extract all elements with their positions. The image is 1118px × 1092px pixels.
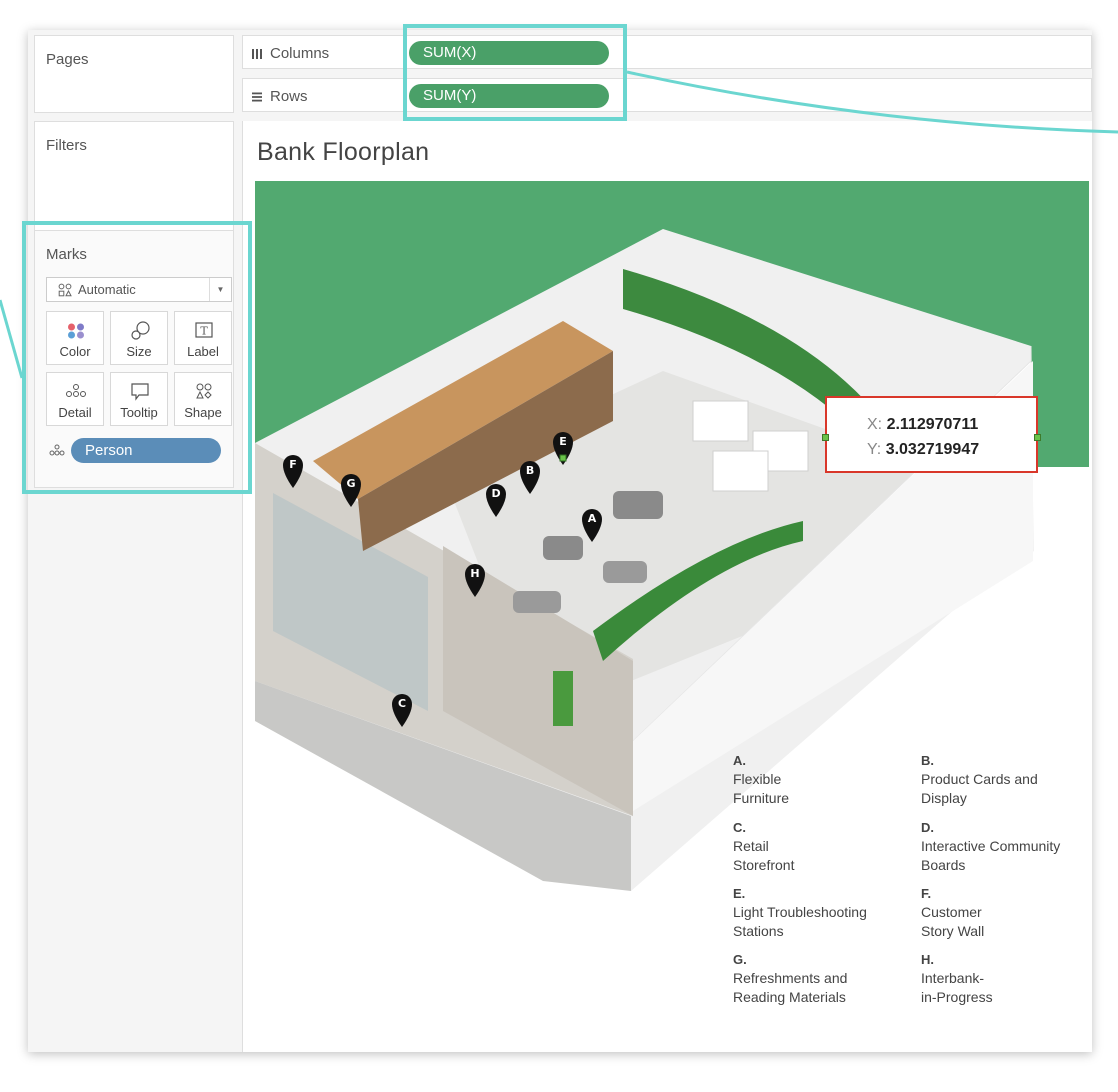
tooltip-left-handle[interactable] xyxy=(822,434,829,441)
legend-e-letter: E. xyxy=(733,886,746,901)
columns-shelf[interactable]: Columns SUM(X) xyxy=(242,35,1092,69)
legend-c-line: Retail xyxy=(733,838,769,854)
legend-f-line: Customer xyxy=(921,904,982,920)
legend-a-line: Flexible xyxy=(733,771,782,787)
pin-h: H xyxy=(465,564,485,597)
tooltip-x-row: X: 2.112970711 xyxy=(867,412,1036,437)
legend-a: A. Flexible Furniture xyxy=(733,751,789,808)
marks-highlight-box xyxy=(22,221,252,494)
legend-h-letter: H. xyxy=(921,952,934,967)
pin-e-letter: E xyxy=(559,435,567,448)
legend-d-letter: D. xyxy=(921,820,934,835)
legend-e: E. Light Troubleshooting Stations xyxy=(733,884,867,941)
columns-label: Columns xyxy=(270,45,330,62)
tooltip-y-value: 3.032719947 xyxy=(885,441,980,458)
pin-b-letter: B xyxy=(526,464,534,477)
legend-a-line: Furniture xyxy=(733,790,790,806)
pin-c: C xyxy=(392,694,412,727)
legend-h-line: Interbank- xyxy=(921,970,985,986)
pages-card[interactable]: Pages xyxy=(34,35,234,113)
connector-line-left xyxy=(0,299,24,379)
legend-e-line: Light Troubleshooting xyxy=(733,904,867,920)
columns-icon xyxy=(252,48,262,59)
legend-b: B. Product Cards and Display xyxy=(921,751,1038,808)
legend-a-letter: A. xyxy=(733,753,746,768)
legend-c-letter: C. xyxy=(733,820,746,835)
legend-e-line: Stations xyxy=(733,923,784,939)
legend-g: G. Refreshments and Reading Materials xyxy=(733,950,847,1007)
legend-h-line: in-Progress xyxy=(921,989,993,1005)
rows-label: Rows xyxy=(270,88,308,105)
tooltip-x-value: 2.112970711 xyxy=(886,416,979,433)
columns-shelf-label: Columns xyxy=(251,45,329,62)
tooltip-x-key: X: xyxy=(867,416,883,433)
legend-b-line: Product Cards and xyxy=(921,771,1038,787)
legend-c: C. Retail Storefront xyxy=(733,818,794,875)
pin-a: A xyxy=(582,509,602,542)
pin-f-letter: F xyxy=(289,458,297,471)
legend-h: H. Interbank- in-Progress xyxy=(921,950,993,1007)
legend-g-line: Reading Materials xyxy=(733,989,846,1005)
pin-a-letter: A xyxy=(588,512,597,525)
pages-title: Pages xyxy=(46,51,89,68)
pin-g-letter: G xyxy=(346,477,355,490)
legend-d-line: Interactive Community xyxy=(921,838,1061,854)
legend-d-line: Boards xyxy=(921,857,966,873)
legend-f: F. Customer Story Wall xyxy=(921,884,984,941)
legend-g-letter: G. xyxy=(733,952,747,967)
rows-shelf[interactable]: Rows SUM(Y) xyxy=(242,78,1092,112)
tableau-workspace: Pages Filters Marks Automatic ▼ Color Si… xyxy=(28,30,1092,1052)
pin-d: D xyxy=(486,484,506,517)
shelf-highlight-box xyxy=(403,24,627,121)
legend-f-line: Story Wall xyxy=(921,923,985,939)
legend-d: D. Interactive Community Boards xyxy=(921,818,1060,875)
legend-f-letter: F. xyxy=(921,886,932,901)
rows-shelf-label: Rows xyxy=(251,88,308,105)
legend-b-line: Display xyxy=(921,790,967,806)
legend-c-line: Storefront xyxy=(733,857,795,873)
pin-h-letter: H xyxy=(470,567,479,580)
selected-point-marker xyxy=(559,454,567,462)
tooltip-y-row: Y: 3.032719947 xyxy=(867,437,1036,462)
pin-c-letter: C xyxy=(398,697,406,710)
pin-g: G xyxy=(341,474,361,507)
legend-g-line: Refreshments and xyxy=(733,970,848,986)
viz-pane[interactable]: Bank Floorplan A B C D E F G H X: 2.1129… xyxy=(242,121,1092,1052)
pin-b: B xyxy=(520,461,540,494)
tooltip-right-handle[interactable] xyxy=(1034,434,1041,441)
filters-title: Filters xyxy=(46,137,87,154)
point-tooltip: X: 2.112970711 Y: 3.032719947 xyxy=(822,396,1041,473)
pin-d-letter: D xyxy=(491,487,500,500)
tooltip-y-key: Y: xyxy=(867,441,882,458)
pin-f: F xyxy=(283,455,303,488)
legend-b-letter: B. xyxy=(921,753,934,768)
rows-icon xyxy=(252,92,262,101)
